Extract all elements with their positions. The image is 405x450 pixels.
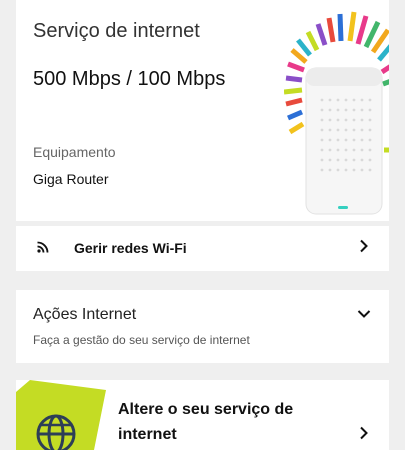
actions-title: Ações Internet bbox=[33, 306, 137, 323]
manage-wifi-label: Gerir redes Wi-Fi bbox=[74, 240, 187, 256]
wifi-icon bbox=[37, 241, 49, 253]
service-title: Serviço de internet bbox=[33, 20, 200, 42]
equipment-value: Giga Router bbox=[33, 171, 109, 187]
equipment-label: Equipamento bbox=[33, 144, 116, 160]
chevron-right-icon bbox=[360, 239, 368, 253]
chevron-down-icon[interactable] bbox=[357, 309, 371, 319]
manage-wifi-row[interactable]: Gerir redes Wi-Fi bbox=[16, 226, 389, 271]
internet-actions-card[interactable]: Ações Internet Faça a gestão do seu serv… bbox=[16, 290, 389, 363]
router-image bbox=[284, 11, 389, 215]
actions-subtitle: Faça a gestão do seu serviço de internet bbox=[33, 333, 250, 347]
change-service-card[interactable]: Altere o seu serviço de internet bbox=[16, 380, 389, 450]
chevron-right-icon bbox=[360, 426, 368, 440]
change-service-title: Altere o seu serviço de internet bbox=[118, 401, 294, 443]
internet-service-card: Serviço de internet 500 Mbps / 100 Mbps … bbox=[16, 0, 389, 221]
service-speed: 500 Mbps / 100 Mbps bbox=[33, 68, 226, 90]
globe-card-illustration bbox=[16, 380, 106, 450]
